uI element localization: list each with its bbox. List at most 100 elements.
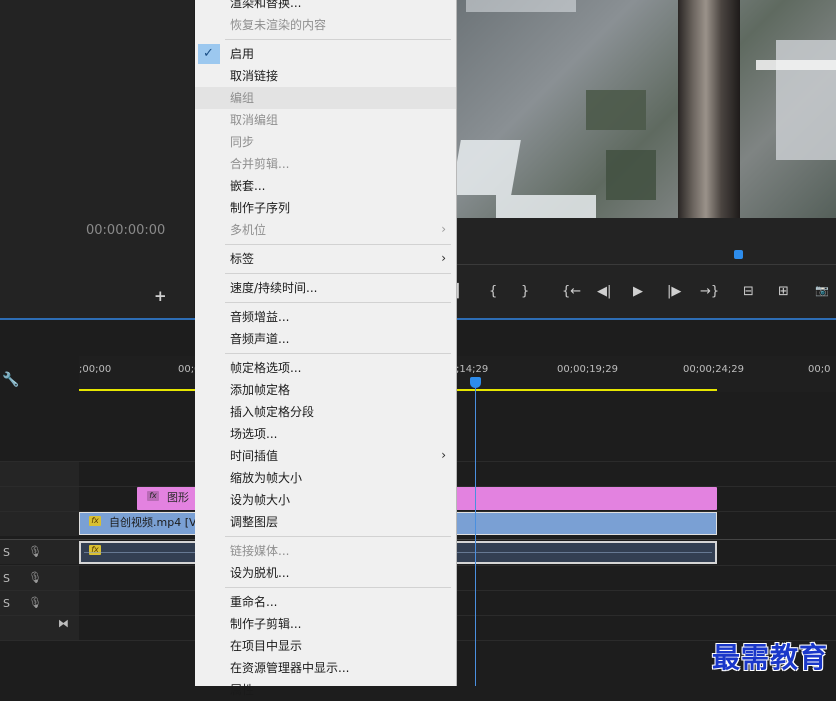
menu-item-rename[interactable]: 重命名... (195, 591, 456, 613)
watermark-logo: 最需教育 (712, 641, 829, 674)
timeline-playhead-line (475, 388, 476, 686)
mic-icon[interactable]: 🎙 (28, 545, 42, 558)
menu-item-set-to-frame-size[interactable]: 设为帧大小 (195, 489, 456, 511)
menu-item-frame-hold-options[interactable]: 帧定格选项... (195, 357, 456, 379)
chevron-right-icon: › (441, 222, 446, 236)
menu-item-label: 插入帧定格分段 (230, 405, 315, 419)
ruler-label: ;00;00 (79, 364, 112, 375)
go-to-out-icon[interactable]: →} (700, 284, 719, 299)
track-header[interactable] (0, 512, 79, 536)
menu-item-label: 编组 (230, 91, 255, 105)
step-back-icon[interactable]: ◀| (597, 284, 611, 299)
menu-item-label: 渲染和替换... (230, 0, 302, 10)
menu-item-synchronize[interactable]: 同步 (195, 131, 456, 153)
menu-item-label: 设为脱机... (230, 566, 290, 580)
menu-item-label: 帧定格选项... (230, 361, 302, 375)
menu-item-link-media[interactable]: 链接媒体... (195, 540, 456, 562)
chevron-right-icon: › (441, 448, 446, 462)
menu-item-restore-unrendered[interactable]: 恢复未渲染的内容 (195, 14, 456, 36)
menu-item-label: 取消链接 (230, 69, 279, 83)
menu-item-field-options[interactable]: 场选项... (195, 423, 456, 445)
menu-item-label: 音频增益... (230, 310, 290, 324)
menu-item-render-replace[interactable]: 渲染和替换... (195, 0, 456, 14)
menu-item-label: 调整图层 (230, 515, 279, 529)
menu-item-label: 场选项... (230, 427, 278, 441)
menu-item-merge-clips[interactable]: 合并剪辑... (195, 153, 456, 175)
menu-separator (225, 39, 451, 40)
graphic-clip-label: 图形 (167, 491, 189, 504)
menu-item-label: 在资源管理器中显示... (230, 661, 350, 675)
menu-item-audio-gain[interactable]: 音频增益... (195, 306, 456, 328)
solo-toggle[interactable]: S (3, 546, 10, 559)
menu-item-label: 制作子序列 (230, 201, 291, 215)
source-monitor-panel (0, 0, 194, 318)
menu-item-make-subsequence[interactable]: 制作子序列 (195, 197, 456, 219)
step-forward-icon[interactable]: |▶ (667, 284, 681, 299)
menu-item-speed-duration[interactable]: 速度/持续时间... (195, 277, 456, 299)
mark-out-button[interactable]: } (521, 284, 529, 299)
solo-toggle[interactable]: S (3, 572, 10, 585)
menu-item-nest[interactable]: 嵌套... (195, 175, 456, 197)
menu-item-label: 速度/持续时间... (230, 281, 318, 295)
menu-item-make-offline[interactable]: 设为脱机... (195, 562, 456, 584)
mic-icon[interactable]: 🎙 (28, 596, 42, 609)
menu-item-label: 在项目中显示 (230, 639, 303, 653)
menu-item-unlink[interactable]: 取消链接 (195, 65, 456, 87)
menu-item-label: 取消编组 (230, 113, 279, 127)
play-icon[interactable]: ▶ (633, 284, 643, 299)
go-to-in-icon[interactable]: {← (562, 284, 581, 299)
menu-item-group[interactable]: 编组 (195, 87, 456, 109)
program-playhead[interactable] (734, 250, 743, 259)
menu-item-time-interpolation[interactable]: 时间插值 › (195, 445, 456, 467)
export-frame-icon[interactable]: 📷 (815, 284, 829, 297)
source-timecode[interactable]: 00:00:00:00 (86, 223, 165, 238)
menu-item-make-subclip[interactable]: 制作子剪辑... (195, 613, 456, 635)
menu-item-label: 启用 (230, 47, 255, 61)
track-header[interactable]: S 🎙 (0, 540, 79, 564)
menu-item-label: 多机位 (230, 223, 267, 237)
menu-item-multi-camera[interactable]: 多机位 › (195, 219, 456, 241)
menu-item-label: 属性 (230, 683, 255, 697)
lift-icon[interactable]: ⊟ (743, 284, 754, 299)
chevron-right-icon: › (441, 251, 446, 265)
menu-item-adjustment-layer[interactable]: 调整图层 (195, 511, 456, 533)
menu-separator (225, 244, 451, 245)
menu-item-label: 音频声道... (230, 332, 290, 346)
menu-item-audio-channels[interactable]: 音频声道... (195, 328, 456, 350)
menu-item-insert-frame-hold-segment[interactable]: 插入帧定格分段 (195, 401, 456, 423)
add-button[interactable]: + (154, 287, 167, 305)
menu-item-reveal-in-explorer[interactable]: 在资源管理器中显示... (195, 657, 456, 679)
menu-item-label: 标签 (230, 252, 255, 266)
menu-item-label: 链接媒体... (230, 544, 290, 558)
menu-item-label: 重命名... (230, 595, 278, 609)
master-nudge-icon[interactable]: ⧓ (58, 617, 69, 630)
timeline-playhead[interactable] (470, 377, 481, 388)
menu-item-label: 添加帧定格 (230, 383, 291, 397)
menu-separator (225, 302, 451, 303)
menu-item-reveal-in-project[interactable]: 在项目中显示 (195, 635, 456, 657)
track-header[interactable]: S 🎙 (0, 591, 79, 615)
menu-item-enable[interactable]: 启用 (195, 43, 456, 65)
track-header[interactable] (0, 462, 79, 486)
mic-icon[interactable]: 🎙 (28, 571, 42, 584)
mark-in-button[interactable]: { (489, 284, 497, 299)
menu-item-label: 同步 (230, 135, 255, 149)
solo-toggle[interactable]: S (3, 597, 10, 610)
menu-separator (225, 536, 451, 537)
pole (678, 0, 740, 218)
track-header[interactable]: S 🎙 (0, 566, 79, 590)
menu-item-scale-to-frame-size[interactable]: 缩放为帧大小 (195, 467, 456, 489)
menu-item-ungroup[interactable]: 取消编组 (195, 109, 456, 131)
menu-item-label: 设为帧大小 (230, 493, 291, 507)
menu-item-label: 恢复未渲染的内容 (230, 18, 327, 32)
program-time-ruler[interactable] (456, 252, 836, 265)
wrench-icon[interactable]: 🔧 (2, 372, 19, 388)
menu-item-add-frame-hold[interactable]: 添加帧定格 (195, 379, 456, 401)
ruler-label: 00;0 (808, 364, 831, 375)
menu-item-label: 合并剪辑... (230, 157, 290, 171)
extract-icon[interactable]: ⊞ (778, 284, 789, 299)
menu-item-label: 制作子剪辑... (230, 617, 302, 631)
menu-item-properties[interactable]: 属性 (195, 679, 456, 701)
menu-item-label[interactable]: 标签 › (195, 248, 456, 270)
track-header[interactable] (0, 487, 79, 511)
